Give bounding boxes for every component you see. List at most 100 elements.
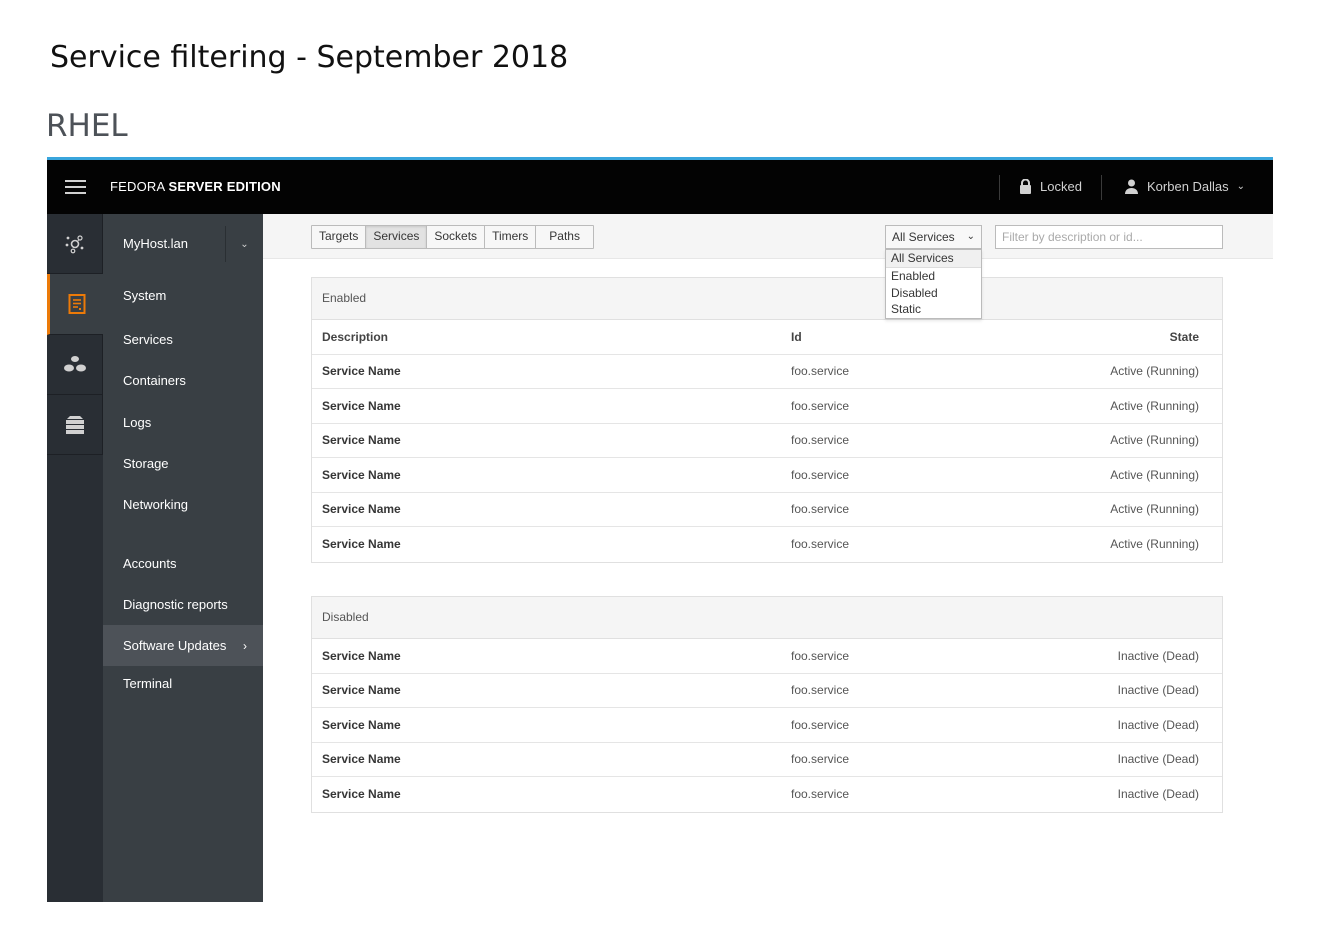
nav-sidebar: MyHost.lan ⌄ System Services Containers …: [103, 214, 263, 902]
service-description: Service Name: [322, 537, 401, 552]
nav-item-accounts[interactable]: Accounts: [103, 542, 263, 583]
service-id: foo.service: [791, 717, 850, 732]
service-state: Active (Running): [1110, 433, 1199, 448]
service-state: Inactive (Dead): [1117, 648, 1199, 663]
nav-item-logs[interactable]: Logs: [103, 402, 263, 443]
iconbar-item-dashboard[interactable]: [47, 214, 103, 274]
service-state: Inactive (Dead): [1117, 752, 1199, 767]
nav-item-diagnostic-reports[interactable]: Diagnostic reports: [103, 584, 263, 625]
table-row[interactable]: Service Name foo.service Active (Running): [312, 424, 1222, 458]
iconbar-item-host[interactable]: [47, 274, 103, 335]
nav-item-terminal[interactable]: Terminal: [103, 666, 263, 700]
dropdown-option-disabled[interactable]: Disabled: [886, 285, 981, 302]
locked-button[interactable]: Locked: [1019, 179, 1082, 194]
service-id: foo.service: [791, 537, 850, 552]
service-id: foo.service: [791, 433, 850, 448]
server-icon: [65, 415, 84, 434]
nav-label: Software Updates: [123, 638, 227, 654]
nav-item-networking[interactable]: Networking: [103, 484, 263, 525]
service-id: foo.service: [791, 502, 850, 517]
tab-paths[interactable]: Paths: [536, 226, 593, 248]
chevron-down-icon[interactable]: ⌄: [225, 226, 263, 262]
table-row[interactable]: Service Name foo.service Inactive (Dead): [312, 708, 1222, 743]
document-icon: [68, 294, 85, 314]
service-description: Service Name: [322, 787, 401, 802]
panel-heading: Enabled: [312, 278, 1222, 320]
chevron-right-icon: ›: [243, 638, 247, 653]
tab-services[interactable]: Services: [366, 226, 428, 248]
user-icon: [1125, 179, 1138, 194]
filter-input[interactable]: [995, 225, 1223, 249]
brand-light: FEDORA: [110, 179, 165, 194]
table-row[interactable]: Service Name foo.service Active (Running): [312, 458, 1222, 493]
select-value: All Services: [892, 230, 955, 244]
panel-heading: Disabled: [312, 597, 1222, 639]
service-id: foo.service: [791, 648, 850, 663]
table-row[interactable]: Service Name foo.service Inactive (Dead): [312, 674, 1222, 708]
nav-label: Services: [123, 332, 173, 348]
service-filter-dropdown: All Services Enabled Disabled Static: [885, 249, 982, 319]
tab-sockets[interactable]: Sockets: [427, 226, 486, 248]
table-header: Description Id State: [312, 320, 1222, 355]
nav-item-software-updates[interactable]: Software Updates ›: [103, 625, 263, 667]
hamburger-menu-icon[interactable]: [65, 180, 86, 194]
service-id: foo.service: [791, 787, 850, 802]
dropdown-option-static[interactable]: Static: [886, 301, 981, 318]
service-state: Active (Running): [1110, 502, 1199, 517]
iconbar-item-servers[interactable]: [47, 395, 103, 455]
network-icon: [65, 234, 83, 253]
nav-item-services[interactable]: Services: [103, 319, 263, 360]
service-description: Service Name: [322, 683, 401, 698]
chevron-down-icon: ⌄: [1236, 181, 1246, 192]
chevron-down-icon: ⌄: [966, 231, 975, 242]
nav-item-storage[interactable]: Storage: [103, 443, 263, 484]
divider: [999, 175, 1000, 200]
divider: [1101, 175, 1102, 200]
service-filter-select[interactable]: All Services ⌄: [885, 225, 982, 249]
icon-sidebar: [47, 214, 103, 902]
table-row[interactable]: Service Name foo.service Active (Running): [312, 493, 1222, 527]
service-description: Service Name: [322, 467, 401, 482]
service-description: Service Name: [322, 752, 401, 767]
toolbar: Targets Services Sockets Timers Paths Al…: [263, 214, 1273, 319]
service-description: Service Name: [322, 433, 401, 448]
nav-label: Networking: [123, 497, 189, 513]
tab-timers[interactable]: Timers: [485, 226, 537, 248]
page-title: Service filtering - September 2018: [50, 40, 569, 75]
table-row[interactable]: Service Name foo.service Inactive (Dead): [312, 639, 1222, 674]
table-row[interactable]: Service Name foo.service Active (Running): [312, 527, 1222, 562]
main-content: Targets Services Sockets Timers Paths Al…: [263, 214, 1273, 902]
user-menu[interactable]: Korben Dallas ⌄: [1124, 179, 1245, 194]
dropdown-option-all[interactable]: All Services: [886, 250, 981, 268]
iconbar-item-containers[interactable]: [47, 335, 103, 395]
column-header-state[interactable]: State: [1170, 330, 1199, 344]
locked-label: Locked: [1040, 179, 1082, 194]
user-name: Korben Dallas: [1147, 179, 1229, 194]
nav-label: System: [123, 288, 167, 303]
nav-item-containers[interactable]: Containers: [103, 360, 263, 401]
service-state: Inactive (Dead): [1117, 717, 1199, 732]
tab-targets[interactable]: Targets: [312, 226, 367, 248]
table-row[interactable]: Service Name foo.service Active (Running): [312, 389, 1222, 424]
column-header-id[interactable]: Id: [791, 330, 802, 344]
table-row[interactable]: Service Name foo.service Inactive (Dead): [312, 777, 1222, 812]
service-id: foo.service: [791, 467, 850, 482]
service-id: foo.service: [791, 752, 850, 767]
nav-label: Storage: [123, 456, 169, 472]
service-state: Active (Running): [1110, 467, 1199, 482]
nav-label: Logs: [123, 414, 152, 430]
lock-icon: [1020, 179, 1031, 194]
nav-label: Terminal: [123, 675, 173, 691]
dropdown-option-enabled[interactable]: Enabled: [886, 268, 981, 285]
containers-icon: [63, 355, 86, 371]
service-state: Active (Running): [1110, 398, 1199, 413]
service-id: foo.service: [791, 364, 850, 379]
section-title: RHEL: [46, 108, 128, 144]
table-row[interactable]: Service Name foo.service Inactive (Dead): [312, 743, 1222, 777]
column-header-description[interactable]: Description: [322, 330, 388, 344]
service-description: Service Name: [322, 398, 401, 413]
host-selector[interactable]: MyHost.lan ⌄: [103, 214, 263, 272]
service-description: Service Name: [322, 502, 401, 517]
nav-item-system[interactable]: System: [103, 272, 263, 319]
table-row[interactable]: Service Name foo.service Active (Running): [312, 355, 1222, 389]
